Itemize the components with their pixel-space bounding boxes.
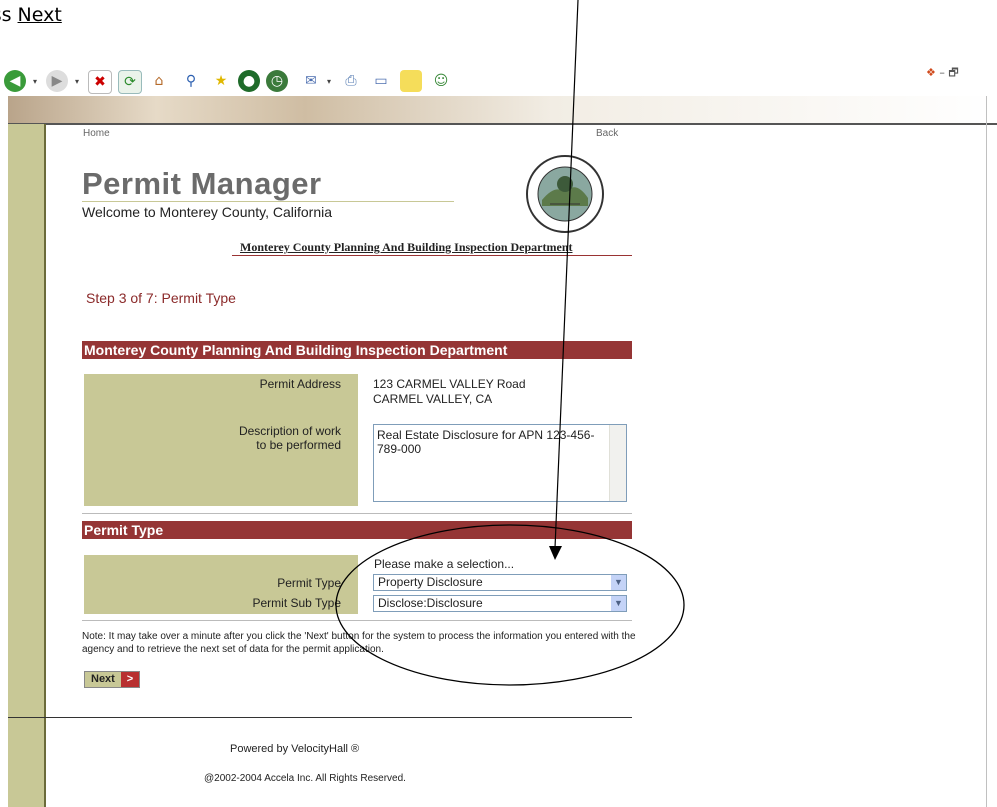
section-separator [82,513,632,514]
search-icon[interactable]: ⚲ [180,70,202,92]
description-label-line1: Description of work [238,424,341,438]
forward-dropdown-icon[interactable]: ▾ [72,70,82,92]
department-heading: Monterey County Planning And Building In… [240,240,573,254]
department-rule [232,255,632,256]
permit-type-value: Property Disclosure [378,575,483,589]
section-header-permit-type: Permit Type [82,521,632,539]
chevron-down-icon[interactable]: ▼ [611,596,626,611]
arrow-right-icon: > [121,672,139,687]
description-label-line2: to be performed [256,438,341,452]
home-link[interactable]: Home [83,128,110,139]
chevron-down-icon[interactable]: ▼ [611,575,626,590]
next-button[interactable]: Next > [84,671,140,688]
permit-address-line1: 123 CARMEL VALLEY Road [373,377,526,391]
mail-icon[interactable]: ✉ [300,70,322,92]
permit-subtype-value: Disclose:Disclosure [378,596,483,610]
mail-dropdown-icon[interactable]: ▾ [324,70,334,92]
description-text: Real Estate Disclosure for APN 123-456-7… [377,428,595,456]
copyright-text: @2002-2004 Accela Inc. All Rights Reserv… [204,773,406,784]
notes-icon[interactable] [400,70,422,92]
messenger-icon[interactable]: ☺ [430,70,452,92]
textarea-scrollbar[interactable] [609,425,626,501]
minimize-icon[interactable]: – [939,66,945,79]
selection-hint: Please make a selection... [374,557,515,571]
stop-icon[interactable]: ✖ [88,70,112,94]
county-seal-logo [526,155,604,233]
footer-rule [8,717,632,718]
instruction-next-link: Next [17,4,62,26]
window-right-edge [986,96,997,807]
left-sidebar-strip [8,124,46,807]
window-controls: ❖ – 🗗 [926,64,959,83]
section-header-department: Monterey County Planning And Building In… [82,341,632,359]
banner-divider [8,123,997,125]
powered-by-text: Powered by VelocityHall ® [230,743,360,755]
permit-type-select[interactable]: Property Disclosure ▼ [373,574,627,591]
permit-subtype-select[interactable]: Disclose:Disclosure ▼ [373,595,627,612]
permit-subtype-label: Permit Sub Type [252,596,342,610]
title-underline [82,201,454,202]
instruction-text: ess Next [0,4,62,26]
browser-toolbar: ◀ ▾ ▶ ▾ ✖ ⟳ ⌂ ⚲ ★ ● ◷ ✉ ▾ ⎙ ▭ ☺ [0,66,997,98]
back-icon[interactable]: ◀ [4,70,26,92]
edit-icon[interactable]: ▭ [370,70,392,92]
windows-logo-icon: ❖ [926,66,936,79]
processing-note: Note: It may take over a minute after yo… [82,631,636,655]
back-link[interactable]: Back [596,128,618,139]
home-icon[interactable]: ⌂ [148,70,170,92]
media-icon[interactable]: ● [238,70,260,92]
instruction-prefix: ess [0,4,12,26]
section-separator [82,620,632,621]
page-subtitle: Welcome to Monterey County, California [82,204,333,220]
step-indicator: Step 3 of 7: Permit Type [86,290,236,306]
annotation-arrowhead [549,546,562,560]
permit-type-label: Permit Type [277,576,341,590]
description-textarea[interactable]: Real Estate Disclosure for APN 123-456-7… [373,424,627,502]
forward-icon[interactable]: ▶ [46,70,68,92]
permit-address-line2: CARMEL VALLEY, CA [373,392,493,406]
restore-icon[interactable]: 🗗 [948,66,958,79]
favorites-icon[interactable]: ★ [210,70,232,92]
next-button-label: Next [91,673,115,685]
history-icon[interactable]: ◷ [266,70,288,92]
page-banner-image [8,96,997,124]
back-dropdown-icon[interactable]: ▾ [30,70,40,92]
refresh-icon[interactable]: ⟳ [118,70,142,94]
page-title: Permit Manager [82,166,322,201]
print-icon[interactable]: ⎙ [340,70,362,92]
permit-address-label: Permit Address [259,377,341,391]
